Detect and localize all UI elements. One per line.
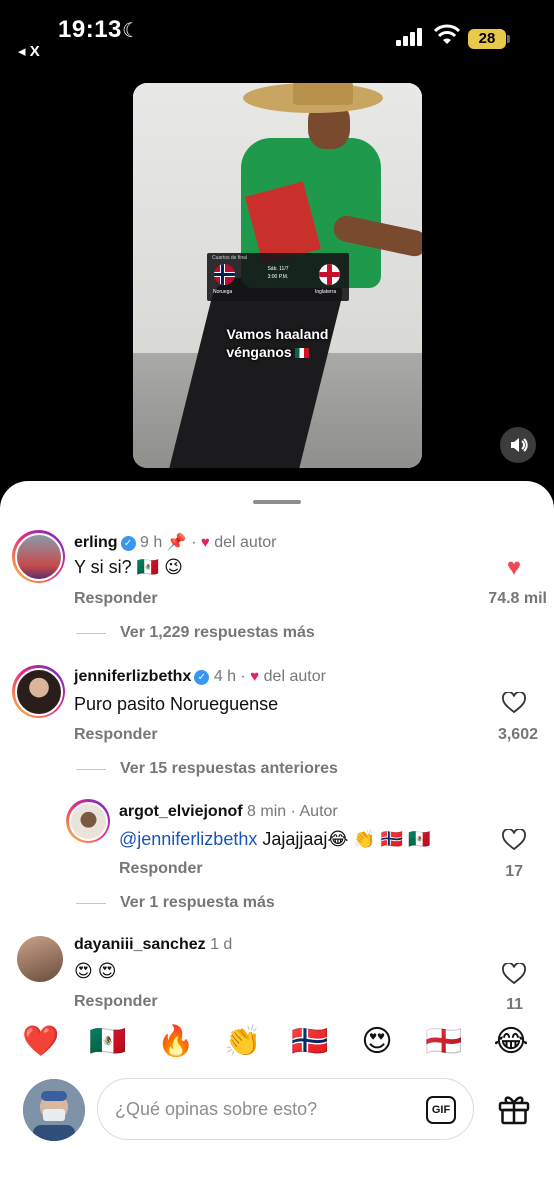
comment-header: jenniferlizbethx ✓ 4 h · ♥ del autor bbox=[74, 668, 326, 686]
author-tag: del autor bbox=[263, 668, 326, 685]
comment-username[interactable]: argot_elviejonof bbox=[119, 803, 243, 820]
reaction-laughing[interactable]: 😂 bbox=[491, 1024, 531, 1059]
comment-header: argot_elviejonof 8 min · Autor bbox=[119, 803, 338, 821]
dot-separator: · bbox=[290, 803, 296, 820]
comment-placeholder: ¿Qué opinas sobre esto? bbox=[115, 1099, 318, 1119]
norway-flag-icon bbox=[214, 264, 235, 285]
comment-time: 8 min bbox=[247, 803, 287, 820]
heart-outline-icon[interactable] bbox=[502, 692, 526, 714]
status-time: 19:13 bbox=[58, 16, 122, 43]
heart-outline-icon[interactable] bbox=[502, 829, 526, 851]
comment-composer: ¿Qué opinas sobre esto? GIF bbox=[0, 1074, 554, 1200]
heart-filled-icon[interactable]: ♥ bbox=[499, 554, 529, 582]
quick-reactions-bar: ❤️ 🇲🇽 🔥 👏 🇳🇴 😍 🏴󠁧󠁢󠁥󠁮󠁧󠁿 😂 bbox=[0, 1010, 554, 1074]
reply-button[interactable]: Responder bbox=[74, 726, 158, 744]
comment-time: 4 h bbox=[213, 668, 237, 685]
user-photo bbox=[23, 1079, 85, 1141]
speaker-icon bbox=[511, 438, 528, 452]
reaction-mexico-flag[interactable]: 🇲🇽 bbox=[88, 1024, 128, 1059]
match-time: 3:00 P.M. bbox=[267, 274, 289, 280]
comment-body: Jajajjaaj😂 👏 🇳🇴 🇲🇽 bbox=[262, 829, 431, 849]
video-caption: Vamos haaland vénganos bbox=[133, 325, 422, 361]
reaction-fire[interactable]: 🔥 bbox=[156, 1024, 196, 1059]
view-previous-replies[interactable]: Ver 15 respuestas anteriores bbox=[76, 760, 338, 778]
back-to-app-button[interactable]: ◂ X bbox=[18, 42, 40, 60]
comment-username[interactable]: erling bbox=[74, 534, 118, 551]
avatar[interactable] bbox=[12, 665, 65, 718]
reply-button[interactable]: Responder bbox=[119, 860, 203, 878]
match-day: Sáb. 11/7 bbox=[267, 266, 289, 272]
author-tag: Autor bbox=[299, 803, 338, 820]
comment-username[interactable]: jenniferlizbethx bbox=[74, 668, 191, 685]
away-team: Inglaterra bbox=[315, 289, 337, 295]
moon-icon: ☾ bbox=[122, 20, 140, 42]
caption-line-2-wrap: vénganos bbox=[133, 343, 422, 361]
author-heart-icon: ♥ bbox=[250, 668, 260, 685]
comment-text: 😍 😍 bbox=[74, 961, 117, 981]
signal-icon bbox=[396, 26, 424, 46]
dot-separator: · bbox=[240, 668, 246, 685]
reaction-heart-eyes[interactable]: 😍 bbox=[357, 1024, 397, 1059]
like-count: 17 bbox=[505, 863, 523, 880]
wifi-icon bbox=[434, 24, 460, 44]
avatar[interactable] bbox=[17, 936, 63, 982]
sound-toggle-button[interactable] bbox=[500, 427, 536, 463]
comment-username[interactable]: dayaniii_sanchez bbox=[74, 936, 206, 953]
gift-icon[interactable] bbox=[497, 1091, 531, 1125]
current-user-avatar bbox=[23, 1079, 85, 1141]
like-count: 74.8 mil bbox=[488, 590, 547, 607]
verified-icon: ✓ bbox=[194, 670, 210, 685]
match-card: Cuartos de final Sáb. 11/7 3:00 P.M. Nor… bbox=[207, 253, 349, 301]
author-heart-icon: ♥ bbox=[200, 534, 210, 551]
comment-header: dayaniii_sanchez 1 d bbox=[74, 936, 232, 954]
match-stage: Cuartos de final bbox=[212, 255, 248, 261]
view-more-replies[interactable]: Ver 1,229 respuestas más bbox=[76, 624, 315, 642]
reply-button[interactable]: Responder bbox=[74, 590, 158, 608]
heart-outline-icon[interactable] bbox=[502, 963, 526, 985]
mention-link[interactable]: @jenniferlizbethx bbox=[119, 829, 257, 849]
battery-tip bbox=[507, 35, 510, 43]
england-flag-icon bbox=[319, 264, 340, 285]
comment-text: Puro pasito Norueguense bbox=[74, 694, 279, 714]
comment-input[interactable]: ¿Qué opinas sobre esto? GIF bbox=[97, 1078, 474, 1140]
comment-header: erling ✓ 9 h 📌 · ♥ del autor bbox=[74, 532, 277, 552]
avatar[interactable] bbox=[12, 530, 65, 583]
status-bar: 19:13 ☾ ◂ X 28 bbox=[0, 0, 554, 70]
home-team: Noruega bbox=[213, 289, 233, 295]
author-tag: del autor bbox=[214, 534, 277, 551]
mexico-flag-icon bbox=[294, 348, 309, 358]
match-date: Sáb. 11/7 3:00 P.M. bbox=[257, 265, 299, 281]
dot-separator: · bbox=[191, 534, 197, 551]
avatar[interactable] bbox=[66, 799, 110, 843]
like-count: 3,602 bbox=[497, 726, 538, 743]
caption-line-1: Vamos haaland bbox=[226, 326, 329, 342]
comment-text: @jenniferlizbethx Jajajjaaj😂 👏 🇳🇴 🇲🇽 bbox=[119, 829, 431, 850]
reply-button[interactable]: Responder bbox=[74, 993, 158, 1011]
verified-icon: ✓ bbox=[120, 536, 136, 551]
comment-time: 9 h bbox=[140, 534, 163, 551]
pin-icon: 📌 bbox=[166, 534, 187, 551]
reel-video[interactable]: Cuartos de final Sáb. 11/7 3:00 P.M. Nor… bbox=[133, 83, 422, 468]
sheet-grabber[interactable] bbox=[253, 500, 301, 504]
reaction-heart[interactable]: ❤️ bbox=[21, 1024, 61, 1059]
comment-time: 1 d bbox=[210, 936, 233, 953]
reaction-england-flag[interactable]: 🏴󠁧󠁢󠁥󠁮󠁧󠁿 bbox=[424, 1024, 464, 1059]
gif-button[interactable]: GIF bbox=[426, 1096, 456, 1124]
comment-text: Y si si? 🇲🇽 😉 bbox=[74, 557, 183, 577]
reaction-norway-flag[interactable]: 🇳🇴 bbox=[290, 1024, 330, 1059]
video-sombrero-crown bbox=[293, 83, 353, 105]
battery-indicator: 28 bbox=[468, 29, 506, 49]
caption-line-2: vénganos bbox=[226, 344, 292, 360]
view-more-replies[interactable]: Ver 1 respuesta más bbox=[76, 894, 275, 912]
reaction-clap[interactable]: 👏 bbox=[223, 1024, 263, 1059]
